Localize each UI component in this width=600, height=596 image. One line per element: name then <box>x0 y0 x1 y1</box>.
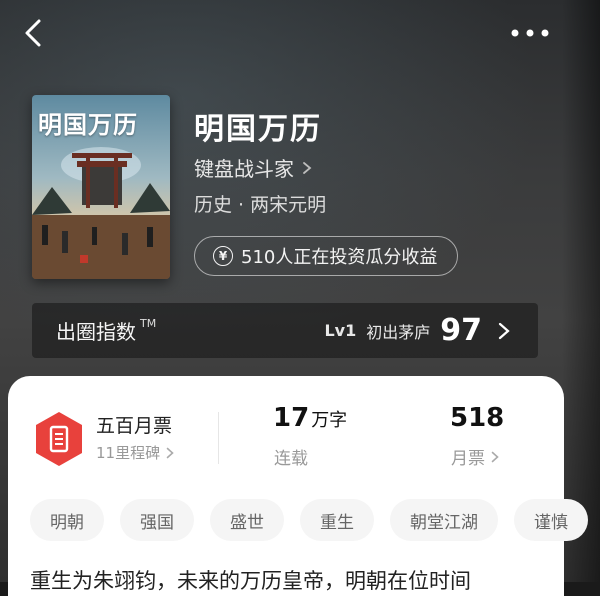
invest-text: 510人正在投资瓜分收益 <box>241 247 438 268</box>
ticket-milestone-link[interactable]: 11里程碑 <box>96 442 174 463</box>
index-values: Lv1 初出茅庐 97 <box>324 313 510 348</box>
invest-button[interactable]: ¥ 510人正在投资瓜分收益 <box>194 236 458 276</box>
author-link[interactable]: 键盘战斗家 <box>194 153 312 182</box>
monthly-ticket-badge-icon <box>36 412 82 466</box>
tag-item[interactable]: 明朝 <box>30 499 104 541</box>
monthly-votes-link[interactable]: 月票 <box>451 444 499 469</box>
trademark-mark: TM <box>140 317 157 330</box>
cover-title: 明国万历 <box>38 110 138 139</box>
chevron-left-icon <box>25 19 41 47</box>
more-dots-icon <box>511 29 549 37</box>
index-label-text: 出圈指数 <box>56 320 136 344</box>
chevron-right-icon <box>498 322 510 339</box>
chevron-right-icon <box>491 451 499 462</box>
more-button[interactable] <box>505 17 555 49</box>
book-genre: 历史 · 两宋元明 <box>194 194 327 216</box>
word-count-unit: 万字 <box>311 410 348 431</box>
monthly-votes-number: 518 <box>450 403 505 433</box>
ticket-milestone-sub: 11里程碑 <box>96 444 161 462</box>
tag-item[interactable]: 重生 <box>300 499 374 541</box>
tag-list: 明朝 强国 盛世 重生 朝堂江湖 谨慎 <box>30 499 588 541</box>
tag-item[interactable]: 盛世 <box>210 499 284 541</box>
yen-icon: ¥ <box>213 246 233 266</box>
tag-item[interactable]: 谨慎 <box>514 499 588 541</box>
book-intro: 重生为朱翊钧，未来的万历皇帝，明朝在位时间 <box>30 569 471 593</box>
right-edge-shadow <box>562 0 600 582</box>
popularity-index-bar[interactable]: 出圈指数 TM Lv1 初出茅庐 97 <box>32 303 538 358</box>
tag-item[interactable]: 朝堂江湖 <box>390 499 498 541</box>
chevron-right-icon <box>166 447 174 458</box>
word-count: 17 万字 <box>273 403 347 433</box>
book-title: 明国万历 <box>194 112 322 147</box>
word-count-number: 17 <box>273 403 310 433</box>
monthly-votes-label: 月票 <box>451 449 485 469</box>
back-button[interactable] <box>16 16 50 50</box>
book-cover[interactable]: 明国万历 <box>32 95 170 279</box>
serial-status: 连载 <box>274 449 308 469</box>
index-rank: 初出茅庐 <box>366 322 431 342</box>
index-score: 97 <box>440 313 482 348</box>
stats-divider <box>218 412 219 464</box>
ticket-milestone-title[interactable]: 五百月票 <box>96 411 172 438</box>
author-name: 键盘战斗家 <box>194 157 294 181</box>
tag-item[interactable]: 强国 <box>120 499 194 541</box>
index-level: Lv1 <box>324 321 357 340</box>
chevron-right-icon <box>303 161 312 174</box>
index-label: 出圈指数 TM <box>56 316 156 345</box>
